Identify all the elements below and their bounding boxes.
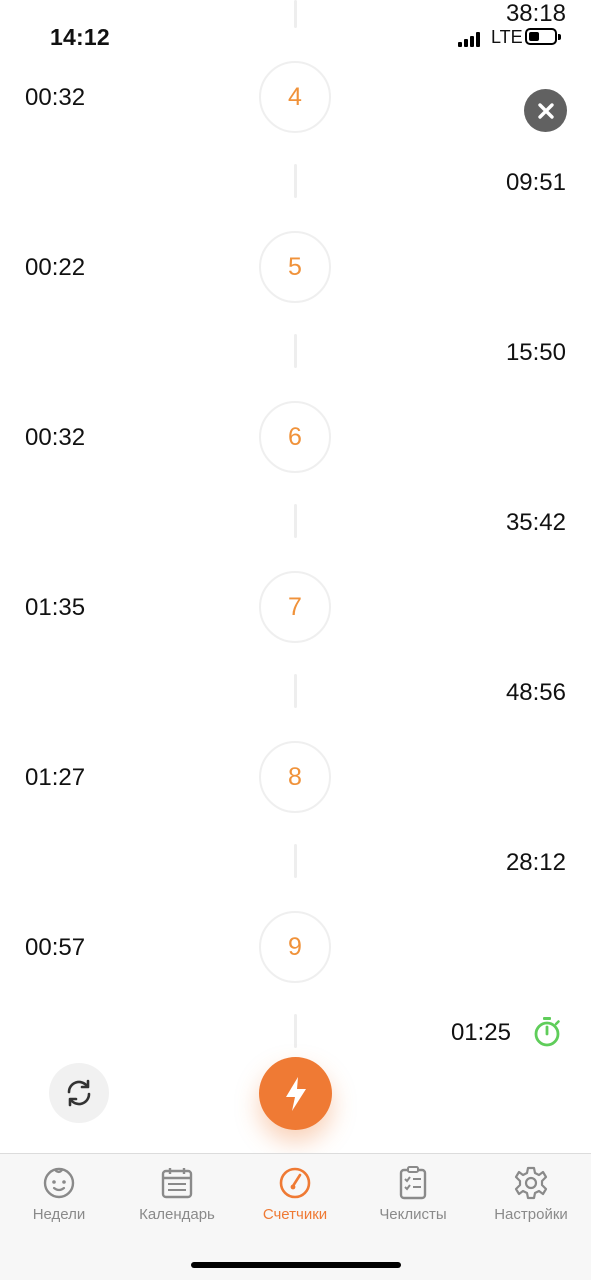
interval-label: 15:50: [505, 339, 566, 366]
close-button[interactable]: [524, 89, 567, 132]
timeline-connector: [294, 844, 297, 878]
calendar-icon: [161, 1168, 193, 1199]
timeline-connector: [294, 334, 297, 368]
contraction-number: 9: [259, 911, 331, 983]
contraction-number-label: 4: [288, 82, 302, 111]
start-contraction-button[interactable]: [259, 1057, 332, 1130]
lightning-icon: [285, 1076, 306, 1111]
tab-calendar[interactable]: Календарь: [118, 1166, 236, 1223]
contraction-duration: 01:35: [25, 594, 86, 621]
home-indicator[interactable]: [191, 1262, 401, 1268]
current-interval-label: 01:25: [450, 1019, 511, 1046]
contraction-number: 6: [259, 401, 331, 473]
contraction-number-label: 8: [288, 762, 302, 791]
timeline-connector: [294, 504, 297, 538]
timeline-connector: [294, 164, 297, 198]
contraction-number: 5: [259, 231, 331, 303]
tab-label: Календарь: [139, 1206, 215, 1223]
interval-label: 38:18: [505, 0, 566, 27]
gauge-icon: [279, 1167, 311, 1199]
tab-label: Чеклисты: [379, 1206, 447, 1223]
reset-button[interactable]: [49, 1063, 109, 1123]
contraction-duration: 00:22: [25, 254, 86, 281]
close-icon: [537, 102, 554, 119]
tab-settings[interactable]: Настройки: [472, 1166, 590, 1223]
contraction-number-label: 9: [288, 932, 302, 961]
interval-label: 09:51: [505, 169, 566, 196]
stopwatch-icon: [534, 1017, 560, 1047]
contraction-number: 8: [259, 741, 331, 813]
timeline-connector: [294, 0, 297, 28]
contraction-duration: 00:32: [25, 424, 86, 451]
contraction-duration: 00:32: [25, 84, 86, 111]
tab-bar: Недели Календарь Счетчики Чеклисты Настр…: [0, 1153, 591, 1280]
refresh-icon: [67, 1079, 91, 1107]
tab-weeks[interactable]: Недели: [0, 1166, 118, 1223]
contraction-number-label: 7: [288, 592, 302, 621]
timeline-connector: [294, 674, 297, 708]
timeline-connector: [294, 1014, 297, 1048]
contraction-number: 4: [259, 61, 331, 133]
tab-label: Недели: [32, 1206, 86, 1223]
contraction-number-label: 6: [288, 422, 302, 451]
baby-face-icon: [43, 1167, 75, 1199]
checklist-icon: [399, 1166, 427, 1200]
contraction-number: 7: [259, 571, 331, 643]
contraction-number-label: 5: [288, 252, 302, 281]
interval-label: 28:12: [505, 849, 566, 876]
interval-label: 35:42: [505, 509, 566, 536]
tab-label: Счетчики: [262, 1206, 328, 1223]
contraction-duration: 00:57: [25, 934, 86, 961]
tab-label: Настройки: [494, 1206, 568, 1223]
tab-counters[interactable]: Счетчики: [236, 1166, 354, 1223]
gear-icon: [514, 1166, 548, 1200]
contraction-duration: 01:27: [25, 764, 86, 791]
contractions-timeline: 38:18 00:32 4 09:51 00:22 5 15:50 00:32 …: [0, 0, 591, 1150]
interval-label: 48:56: [505, 679, 566, 706]
tab-checklists[interactable]: Чеклисты: [354, 1166, 472, 1223]
